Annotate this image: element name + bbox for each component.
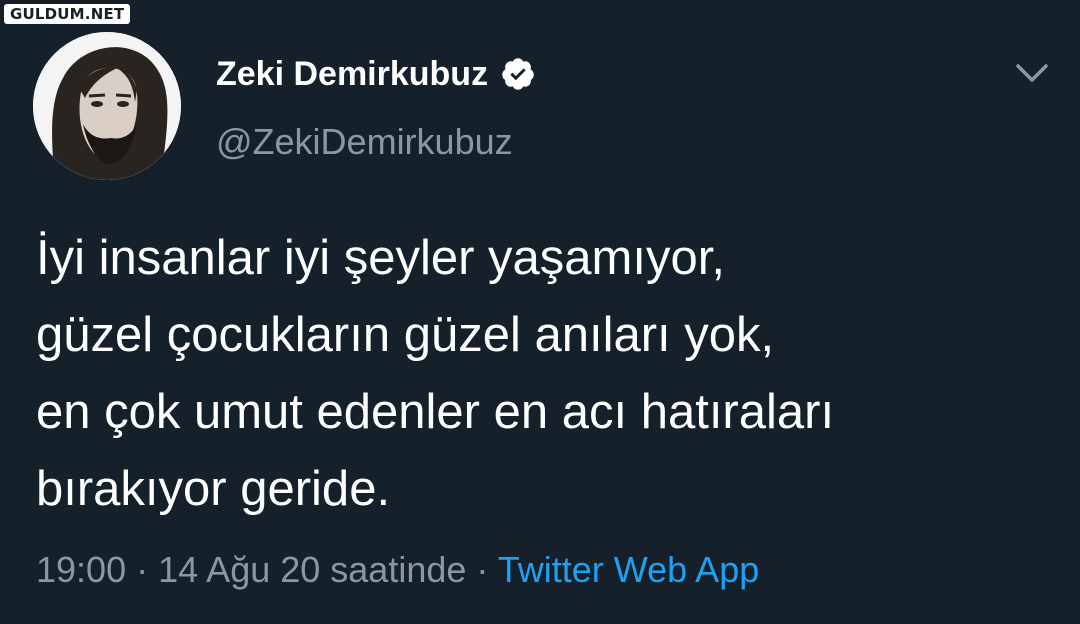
- author-display-name[interactable]: Zeki Demirkubuz: [216, 52, 536, 96]
- tweet-date[interactable]: 14 Ağu 20 saatinde: [158, 549, 466, 590]
- watermark-logo: GULDUM.NET: [4, 4, 131, 24]
- tweet-text: İyi insanlar iyi şeyler yaşamıyor, güzel…: [36, 220, 1056, 528]
- display-name-text: Zeki Demirkubuz: [216, 55, 489, 93]
- tweet-time[interactable]: 19:00: [36, 549, 126, 590]
- tweet-text-line: güzel çocukların güzel anıları yok,: [36, 308, 775, 362]
- tweet-text-line: en çok umut edenler en acı hatıraları: [36, 385, 835, 439]
- avatar[interactable]: [33, 32, 181, 180]
- meta-separator: ·: [136, 549, 149, 590]
- tweet-source-link[interactable]: Twitter Web App: [498, 549, 759, 590]
- verified-badge-icon: [502, 58, 534, 90]
- tweet-meta: 19:00 · 14 Ağu 20 saatinde · Twitter Web…: [36, 546, 759, 594]
- tweet-text-line: İyi insanlar iyi şeyler yaşamıyor,: [36, 231, 725, 285]
- meta-separator: ·: [476, 549, 489, 590]
- avatar-photo: [33, 32, 181, 180]
- chevron-down-icon[interactable]: [1010, 56, 1054, 92]
- author-handle[interactable]: @ZekiDemirkubuz: [216, 120, 513, 164]
- tweet-text-line: bırakıyor geride.: [36, 462, 391, 516]
